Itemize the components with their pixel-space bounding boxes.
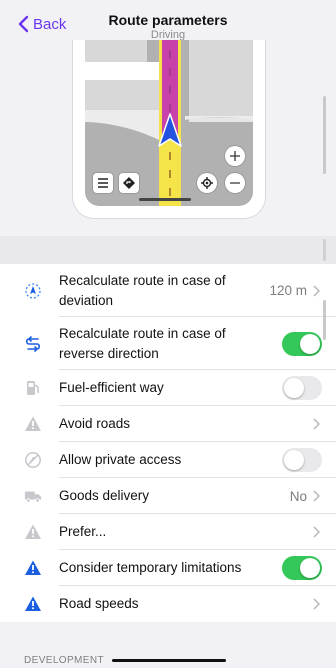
setting-value: 120 m bbox=[269, 283, 307, 298]
setting-label: Consider temporary limitations bbox=[59, 560, 242, 575]
section-separator bbox=[0, 236, 336, 264]
my-location-button[interactable] bbox=[197, 173, 217, 193]
phone-preview bbox=[72, 40, 266, 219]
reverse-direction-toggle[interactable] bbox=[282, 331, 322, 356]
page-title: Route parameters bbox=[108, 12, 228, 28]
temporary-limitations-toggle[interactable] bbox=[282, 556, 322, 580]
scrollbar[interactable] bbox=[323, 96, 326, 174]
settings-list: Recalculate route in case of deviation 1… bbox=[0, 264, 336, 622]
warning-blue-icon bbox=[24, 595, 42, 613]
setting-label: Prefer... bbox=[59, 524, 107, 539]
setting-label: Recalculate route in case of deviation bbox=[59, 272, 226, 308]
zoom-out-button[interactable] bbox=[225, 173, 245, 193]
fuel-efficient-row[interactable]: Fuel-efficient way bbox=[0, 370, 336, 406]
private-access-row[interactable]: Allow private access bbox=[0, 442, 336, 478]
warning-icon bbox=[24, 523, 42, 541]
chevron-right-icon bbox=[313, 284, 320, 297]
section-label: DEVELOPMENT bbox=[24, 655, 104, 666]
setting-value: No bbox=[289, 488, 307, 504]
road-speeds-row[interactable]: Road speeds bbox=[0, 586, 336, 622]
setting-label: Avoid roads bbox=[59, 416, 131, 431]
directions-button[interactable] bbox=[119, 173, 139, 193]
setting-label: Allow private access bbox=[59, 452, 182, 467]
directions-icon bbox=[123, 177, 135, 189]
minus-icon bbox=[230, 182, 240, 184]
chevron-right-icon bbox=[313, 418, 320, 430]
setting-label: Goods delivery bbox=[59, 488, 150, 503]
fuel-icon bbox=[24, 379, 42, 397]
chevron-right-icon bbox=[313, 526, 320, 538]
deviation-icon bbox=[24, 282, 42, 300]
recalculate-reverse-row[interactable]: Recalculate route in case of reverse dir… bbox=[0, 317, 336, 370]
truck-icon bbox=[24, 487, 42, 505]
chevron-right-icon bbox=[313, 490, 320, 502]
crosshair-icon bbox=[201, 177, 213, 189]
warning-icon bbox=[24, 415, 42, 433]
map-preview-area bbox=[0, 40, 336, 236]
home-indicator bbox=[139, 198, 191, 201]
scrollbar-secondary[interactable] bbox=[323, 239, 326, 261]
fuel-efficient-toggle[interactable] bbox=[282, 376, 322, 400]
menu-icon bbox=[98, 178, 108, 188]
setting-label: Recalculate route in case of reverse dir… bbox=[59, 325, 226, 361]
map-preview bbox=[85, 40, 253, 206]
temporary-limitations-row[interactable]: Consider temporary limitations bbox=[0, 550, 336, 586]
private-access-toggle[interactable] bbox=[282, 448, 322, 472]
warning-blue-icon bbox=[24, 559, 42, 577]
plus-icon bbox=[230, 151, 240, 161]
development-section-header: DEVELOPMENT bbox=[0, 646, 336, 668]
reverse-direction-icon bbox=[24, 335, 42, 353]
position-arrow-icon bbox=[158, 113, 182, 147]
setting-label: Fuel-efficient way bbox=[59, 380, 164, 395]
zoom-in-button[interactable] bbox=[225, 146, 245, 166]
list-scrollbar[interactable] bbox=[323, 300, 326, 340]
chevron-right-icon bbox=[313, 598, 320, 610]
menu-button[interactable] bbox=[93, 173, 113, 193]
goods-delivery-row[interactable]: Goods delivery No bbox=[0, 478, 336, 514]
prefer-row[interactable]: Prefer... bbox=[0, 514, 336, 550]
no-entry-icon bbox=[24, 451, 42, 469]
setting-label: Road speeds bbox=[59, 596, 139, 611]
recalculate-deviation-row[interactable]: Recalculate route in case of deviation 1… bbox=[0, 264, 336, 317]
avoid-roads-row[interactable]: Avoid roads bbox=[0, 406, 336, 442]
home-indicator bbox=[112, 659, 226, 662]
